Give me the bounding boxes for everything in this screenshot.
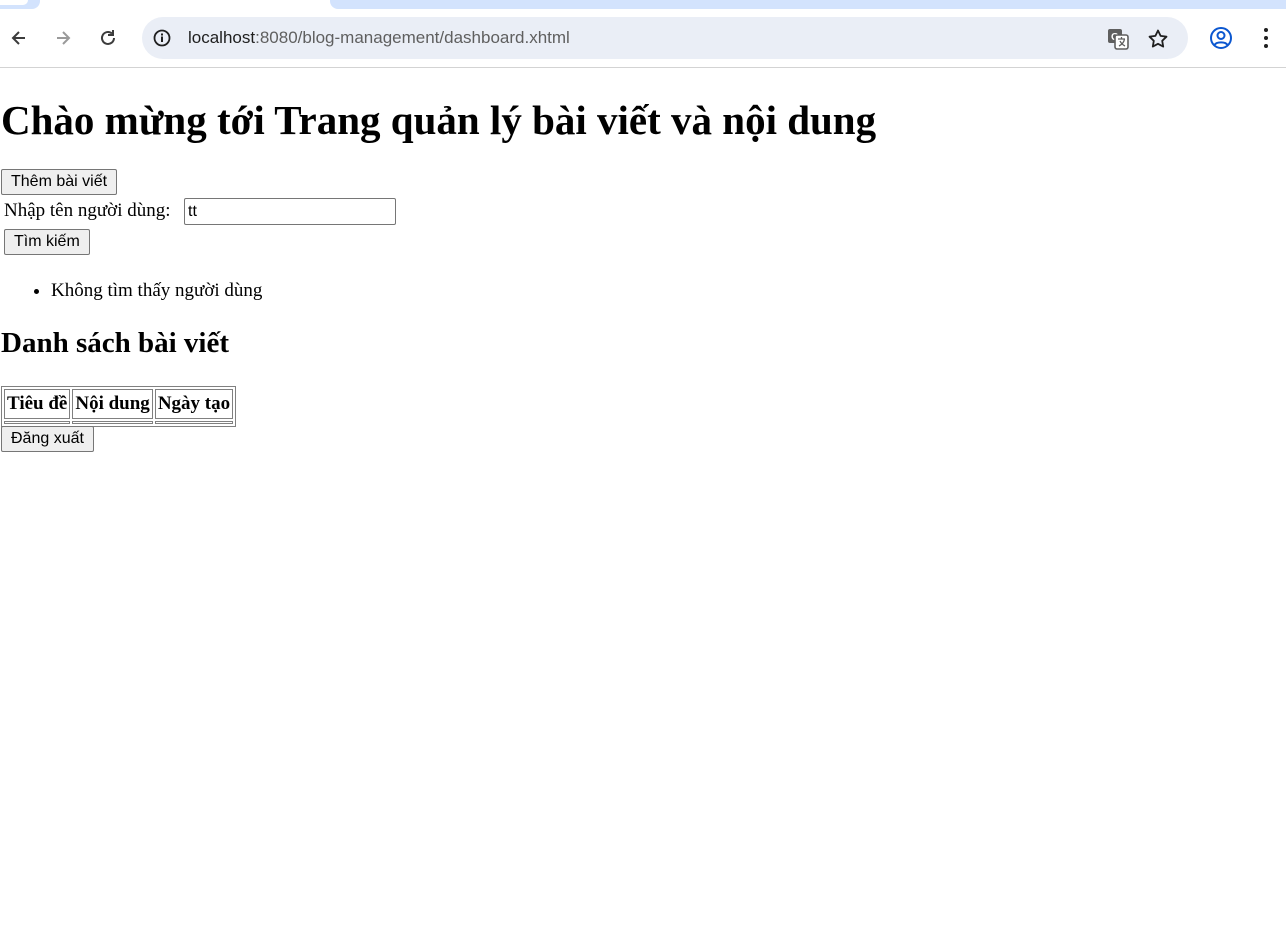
username-search-input[interactable] — [184, 198, 396, 225]
translate-icon[interactable]: G — [1106, 27, 1130, 51]
forward-arrow-icon — [57, 31, 71, 45]
url-host: localhost — [188, 28, 256, 47]
bookmark-star-icon[interactable] — [1146, 27, 1170, 51]
url-text: localhost:8080/blog-management/dashboard… — [188, 28, 570, 48]
add-post-button[interactable]: Thêm bài viết — [1, 169, 118, 195]
kebab-menu-icon[interactable] — [1256, 25, 1276, 51]
column-header-title: Tiêu đề — [4, 389, 71, 419]
posts-table: Tiêu đề Nội dung Ngày tạo — [1, 386, 237, 427]
empty-table-row — [4, 421, 234, 424]
profile-icon[interactable] — [1208, 25, 1234, 51]
back-button[interactable] — [3, 22, 35, 54]
message-item: Không tìm thấy người dùng — [51, 278, 262, 304]
reload-button[interactable] — [92, 22, 124, 54]
site-info-icon[interactable] — [152, 28, 172, 48]
empty-cell — [72, 421, 153, 424]
empty-cell — [4, 421, 71, 424]
table-header-row: Tiêu đề Nội dung Ngày tạo — [4, 389, 234, 419]
message-list: Không tìm thấy người dùng — [0, 278, 262, 304]
reload-icon — [101, 30, 115, 45]
page-title: Chào mừng tới Trang quản lý bài viết và … — [1, 97, 877, 143]
search-button[interactable]: Tìm kiếm — [4, 229, 90, 255]
url-path: :8080/blog-management/dashboard.xhtml — [255, 28, 570, 47]
back-arrow-icon — [11, 31, 25, 45]
column-header-content: Nội dung — [72, 389, 153, 419]
logout-button[interactable]: Đăng xuất — [1, 426, 94, 452]
tab-strip — [330, 0, 1286, 9]
tab-strip-left — [0, 0, 40, 9]
empty-cell — [154, 421, 234, 424]
browser-chrome: localhost:8080/blog-management/dashboard… — [0, 0, 1286, 68]
column-header-created-date: Ngày tạo — [154, 389, 234, 419]
section-title: Danh sách bài viết — [1, 327, 230, 359]
forward-button[interactable] — [47, 22, 79, 54]
address-bar[interactable]: localhost:8080/blog-management/dashboard… — [142, 17, 1188, 59]
search-label: Nhập tên người dùng: — [4, 200, 171, 221]
